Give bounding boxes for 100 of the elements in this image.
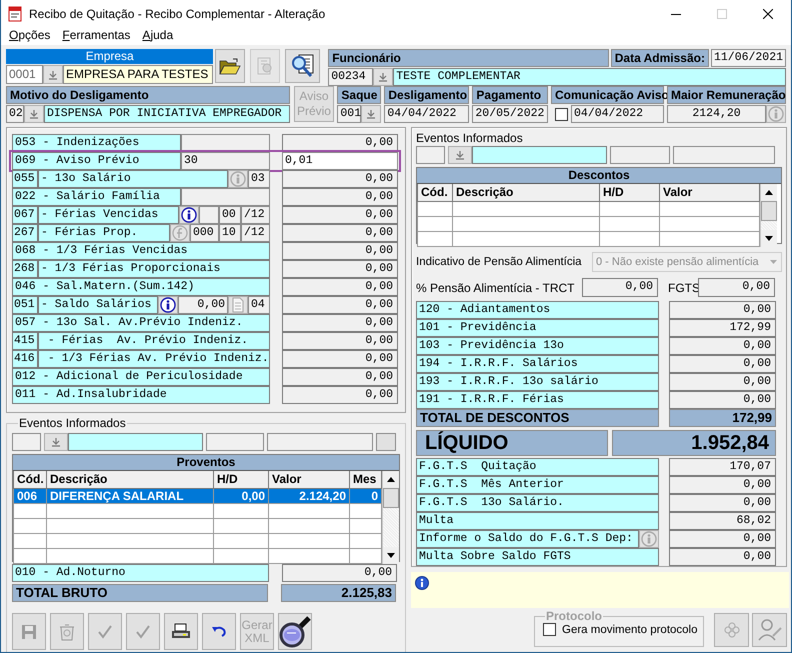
amount-field[interactable]: 172,99 [669,319,776,337]
column-header[interactable]: Descrição [452,184,600,201]
code-field[interactable] [12,433,41,451]
withdrawal-field[interactable]: 001 [337,105,362,123]
amount-field[interactable]: 0,00 [698,278,775,297]
field-label: Indicativo de Pensão Alimentícia [416,256,582,268]
column-header[interactable]: Cód. [418,184,452,201]
code-field[interactable]: 00234 [328,68,374,86]
info-button[interactable] [158,296,178,314]
amount-field[interactable]: 0,00 [282,314,398,332]
amount-field[interactable]: 0,00 [282,206,398,224]
code-cell: 051 [12,296,38,314]
dropdown-button[interactable] [373,68,394,86]
text-field[interactable]: 04 [248,296,270,314]
download-arrow-icon [366,109,376,119]
text-field[interactable]: 000 [190,224,219,242]
amount-field[interactable]: 0,00 [282,188,398,206]
checkbox[interactable] [554,108,568,120]
scroll-up-icon [765,190,773,195]
code-field[interactable]: 02 [6,105,24,123]
data-grid[interactable]: Descontos Cód. Descrição H/D Valor [416,167,782,244]
magnifier-button[interactable] [278,613,312,650]
scrollbar[interactable] [760,184,777,246]
text-field[interactable]: 00 [219,206,241,224]
text-field[interactable] [610,146,670,164]
amount-field[interactable]: 0,00 [669,301,776,319]
scrollbar-thumb[interactable] [383,488,399,508]
dropdown-button[interactable] [43,65,63,84]
dropdown-button[interactable] [448,146,472,164]
column-header[interactable]: H/D [600,184,660,201]
text-field[interactable]: /12 [241,206,270,224]
open-folder-button[interactable] [215,49,246,83]
amount-field[interactable]: 0,01 [282,152,398,170]
menu-item[interactable]: Ferramentas [56,28,136,45]
text-field[interactable]: 30 [181,152,270,170]
text-field[interactable] [199,206,219,224]
amount-field[interactable]: 0,00 [282,296,398,314]
text-field[interactable]: /12 [241,224,270,242]
amount-field[interactable]: 0,00 [669,476,776,494]
item-label: 193 - I.R.R.F. 13o salário [416,373,659,391]
text-field[interactable] [181,188,270,206]
print-button[interactable] [164,613,198,650]
amount-field[interactable]: 2124,20 [667,105,766,123]
reason-field[interactable]: DISPENSA POR INICIATIVA EMPREGADOR [44,105,290,123]
search-document-button[interactable] [285,49,320,83]
undo-button[interactable] [202,613,236,650]
amount-field[interactable]: 0,00 [582,278,658,297]
amount-field[interactable]: 0,00 [669,494,776,512]
column-header[interactable]: Mes [350,471,382,488]
amount-field[interactable]: 0,00 [282,278,398,296]
dropdown-button[interactable] [24,105,44,123]
amount-field[interactable]: 0,00 [282,386,398,404]
amount-field[interactable]: 0,00 [282,224,398,242]
code-field[interactable] [416,146,445,164]
code-field[interactable]: 0001 [6,65,43,84]
amount-field[interactable]: 0,00 [669,548,776,566]
event-field[interactable] [68,433,203,451]
amount-field[interactable]: 170,07 [669,458,776,476]
amount-field[interactable]: 68,02 [669,512,776,530]
amount-field[interactable]: 0,00 [282,242,398,260]
scrollbar-thumb[interactable] [761,201,777,221]
column-header[interactable]: H/D [214,471,268,488]
text-field[interactable]: 0,00 [178,296,228,314]
amount-field[interactable]: 0,00 [282,350,398,368]
date-field[interactable]: 04/04/2022 [571,105,664,123]
amount-field[interactable]: 0,00 [669,373,776,391]
text-field[interactable] [267,433,373,451]
scrollbar-track[interactable] [761,221,777,230]
data-grid[interactable]: Proventos Cód. Descrição H/D Valor Mes 006 DIFERENÇA SALARIAL 0,00 2.124,20 0 [12,454,400,562]
amount-field[interactable]: 0,00 [669,391,776,409]
menu-item[interactable]: Opções [3,28,56,45]
text-field[interactable] [673,146,775,164]
dropdown-button[interactable] [361,105,382,123]
menu-item[interactable]: Ajuda [136,28,180,45]
column-header[interactable]: Valor [268,471,350,488]
printer-icon [170,622,192,640]
text-field[interactable] [206,433,264,451]
amount-field[interactable]: 0,00 [669,337,776,355]
amount-field[interactable]: 0,00 [282,170,398,188]
dropdown-button[interactable] [44,433,68,451]
amount-field[interactable]: 0,00 [282,260,398,278]
company-name-field[interactable]: EMPRESA PARA TESTES [63,65,214,84]
amount-field[interactable]: 0,00 [282,564,397,582]
event-field[interactable] [472,146,607,164]
date-field[interactable]: 04/04/2022 [384,105,470,123]
amount-field[interactable]: 0,00 [282,368,398,386]
amount-field[interactable]: 0,00 [669,530,776,548]
column-header[interactable]: Valor [660,184,760,201]
amount-field[interactable]: 0,00 [282,332,398,350]
amount-field[interactable]: 0,00 [669,355,776,373]
column-header[interactable]: Descrição [46,471,214,488]
date-field[interactable]: 20/05/2022 [472,105,548,123]
text-field[interactable]: 03 [248,170,270,188]
info-button[interactable] [179,206,199,224]
text-field[interactable] [376,433,396,451]
scrollbar[interactable] [382,471,399,564]
column-header[interactable]: Cód. [14,471,46,488]
date-field[interactable]: 11/06/2021 [710,49,786,67]
text-field[interactable]: 10 [219,224,241,242]
employee-name-field[interactable]: TESTE COMPLEMENTAR [393,68,786,86]
